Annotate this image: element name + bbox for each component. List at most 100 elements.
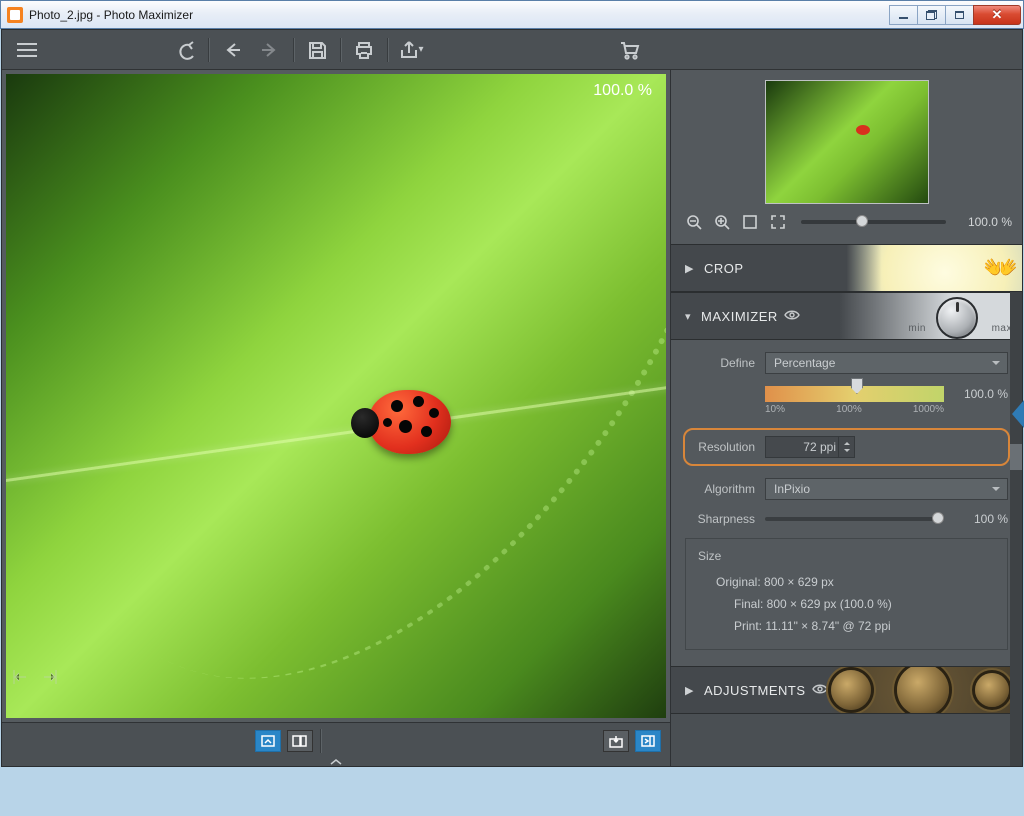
gear-icon — [897, 666, 949, 714]
slider-knob[interactable] — [856, 215, 868, 227]
zoom-out-button[interactable] — [683, 212, 705, 232]
resolution-label: Resolution — [685, 440, 755, 454]
accordion: ▶ CROP 👐 ▾ MAXIMIZER min max Define — [671, 244, 1022, 766]
chevron-up-icon — [329, 758, 343, 766]
app-icon — [7, 7, 23, 23]
zoom-slider[interactable] — [801, 220, 946, 224]
visibility-toggle[interactable] — [784, 309, 800, 324]
share-button[interactable]: ▾ — [392, 33, 430, 67]
arrow-barred-left-icon — [8, 666, 40, 816]
panel-maximizer-header[interactable]: ▾ MAXIMIZER min max — [671, 292, 1022, 340]
mark-1000: 1000% — [913, 404, 944, 415]
zoom-controls: 100.0 % — [671, 204, 1022, 240]
slider-knob[interactable] — [932, 512, 944, 524]
top-toolbar: ▾ — [2, 30, 1022, 70]
crop-hands-icon: 👐 — [983, 251, 1012, 284]
window-controls: ✕ — [890, 5, 1021, 25]
panel-adjustments-title: ADJUSTMENTS — [704, 683, 806, 698]
algorithm-value: InPixio — [774, 482, 810, 496]
filmstrip-toggle[interactable] — [2, 758, 670, 766]
sharpness-label: Sharpness — [685, 512, 755, 526]
toggle-panel-button[interactable] — [325, 727, 357, 755]
print-button[interactable] — [345, 33, 383, 67]
resolution-spinner[interactable] — [838, 437, 854, 457]
panel-crop-header[interactable]: ▶ CROP 👐 — [671, 244, 1022, 292]
define-select[interactable]: Percentage — [765, 352, 1008, 374]
print-icon — [353, 39, 375, 61]
restore-button[interactable] — [917, 5, 946, 25]
canvas-zoom-label: 100.0 % — [593, 82, 652, 100]
sharpness-slider[interactable] — [765, 517, 944, 521]
chevron-right-icon: ▶ — [685, 262, 694, 275]
panel-adjustments-header[interactable]: ▶ ADJUSTMENTS — [671, 666, 1022, 714]
size-group: Size Original: 800 × 629 px Final: 800 ×… — [685, 538, 1008, 650]
spin-down[interactable] — [838, 447, 854, 457]
gear-icon — [831, 670, 871, 710]
actual-size-icon — [770, 214, 786, 230]
view-mode-single-button[interactable] — [255, 730, 281, 752]
spin-up[interactable] — [838, 437, 854, 447]
define-value: Percentage — [774, 356, 835, 370]
dock-right-button[interactable] — [635, 730, 661, 752]
zoom-out-icon — [686, 214, 702, 230]
leaf-decor — [6, 74, 666, 718]
hamburger-icon — [17, 43, 37, 57]
undo-icon — [174, 39, 196, 61]
window-title: Photo_2.jpg - Photo Maximizer — [29, 8, 193, 22]
cart-icon — [618, 39, 640, 61]
view-mode-compare-button[interactable] — [287, 730, 313, 752]
algorithm-select[interactable]: InPixio — [765, 478, 1008, 500]
back-button[interactable] — [213, 33, 251, 67]
panel-crop-title: CROP — [704, 261, 744, 276]
save-icon — [306, 39, 328, 61]
image-canvas[interactable]: 100.0 % — [6, 74, 666, 718]
zoom-in-icon — [714, 214, 730, 230]
minimize-button[interactable] — [889, 5, 918, 25]
slider-tick[interactable] — [851, 378, 863, 394]
percentage-slider[interactable]: 10% 100% 1000% — [765, 386, 944, 402]
forward-button[interactable] — [251, 33, 289, 67]
panel-maximizer-title: MAXIMIZER — [701, 309, 778, 324]
algorithm-label: Algorithm — [685, 482, 755, 496]
size-header: Size — [698, 549, 995, 563]
chevron-right-icon: ▶ — [685, 684, 694, 697]
size-original: Original: 800 × 629 px — [698, 571, 995, 593]
bottom-toolbar — [2, 722, 670, 758]
arrow-right-icon — [259, 39, 281, 61]
scrollbar-thumb[interactable] — [1010, 444, 1022, 470]
size-print: Print: 11.11" × 8.74" @ 72 ppi — [698, 615, 995, 637]
zoom-in-button[interactable] — [711, 212, 733, 232]
next-image-button[interactable] — [40, 727, 72, 755]
panel-scrollbar[interactable] — [1010, 292, 1022, 766]
dial-icon — [936, 297, 978, 339]
maximize-button[interactable] — [945, 5, 974, 25]
close-button[interactable]: ✕ — [973, 5, 1021, 25]
app-frame: ▾ 100.0 % — [1, 29, 1023, 767]
save-button[interactable] — [298, 33, 336, 67]
mark-10: 10% — [765, 404, 785, 415]
arrow-barred-right-icon — [40, 666, 72, 816]
right-panel: 100.0 % ▶ CROP 👐 ▾ MAXIMIZER min max — [670, 70, 1022, 766]
ladybug-decor — [369, 390, 451, 454]
window-titlebar: Photo_2.jpg - Photo Maximizer ✕ — [0, 0, 1024, 29]
undo-button[interactable] — [166, 33, 204, 67]
cart-button[interactable] — [610, 33, 648, 67]
resolution-input[interactable]: 72 ppi — [765, 436, 855, 458]
zoom-value: 100.0 % — [958, 215, 1012, 229]
navigator: 100.0 % — [671, 70, 1022, 244]
menu-button[interactable] — [8, 33, 46, 67]
gear-icon — [975, 673, 1009, 707]
resolution-value: 72 ppi — [803, 440, 836, 454]
fit-icon — [742, 214, 758, 230]
dial-max-label: max — [992, 323, 1012, 334]
percentage-value: 100.0 % — [954, 387, 1008, 401]
prev-image-button[interactable] — [8, 727, 40, 755]
chevron-down-icon: ▾ — [685, 310, 691, 323]
navigator-thumb[interactable] — [765, 80, 929, 204]
main-area: 100.0 % — [2, 70, 1022, 766]
sharpness-value: 100 % — [954, 512, 1008, 526]
export-button[interactable] — [603, 730, 629, 752]
zoom-fit-button[interactable] — [739, 212, 761, 232]
size-final: Final: 800 × 629 px (100.0 %) — [698, 593, 995, 615]
zoom-actual-button[interactable] — [767, 212, 789, 232]
